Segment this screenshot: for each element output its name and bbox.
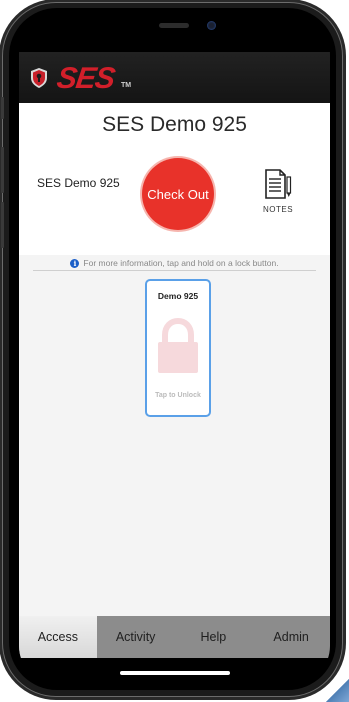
brand-logo: SES xyxy=(54,62,117,95)
padlock-icon xyxy=(158,318,198,373)
tab-admin-label: Admin xyxy=(273,630,309,644)
home-indicator[interactable] xyxy=(120,671,230,675)
mute-switch xyxy=(1,97,4,119)
volume-down-button xyxy=(1,202,4,248)
background-corner xyxy=(323,676,349,702)
tab-activity-label: Activity xyxy=(115,630,156,644)
tab-activity[interactable]: Activity xyxy=(97,616,175,658)
app-header: SES TM xyxy=(19,52,330,103)
lock-caption: Tap to Unlock xyxy=(155,392,201,399)
location-panel: SES Demo 925 SES Demo 925 Check Out NOTE… xyxy=(19,103,330,255)
info-hint: i For more information, tap and hold on … xyxy=(19,255,330,271)
notes-button[interactable]: NOTES xyxy=(257,168,299,218)
tab-access-label: Access xyxy=(37,630,79,644)
check-out-label: Check Out xyxy=(147,186,209,202)
notch xyxy=(114,16,234,40)
notes-icon xyxy=(265,169,292,199)
shield-logo-icon xyxy=(31,68,47,88)
trademark: TM xyxy=(121,82,132,89)
phone-screen: SES TM SES Demo 925 SES Demo 925 Check O… xyxy=(19,16,330,684)
speaker-grille xyxy=(159,23,189,28)
lock-button[interactable]: Demo 925 Tap to Unlock xyxy=(145,279,211,417)
info-text: For more information, tap and hold on a … xyxy=(83,258,279,268)
volume-up-button xyxy=(1,147,4,193)
page-title: SES Demo 925 xyxy=(102,113,247,136)
tab-help[interactable]: Help xyxy=(175,616,253,658)
info-icon: i xyxy=(70,258,80,268)
front-camera xyxy=(207,21,216,30)
tab-admin[interactable]: Admin xyxy=(252,616,330,658)
location-label: SES Demo 925 xyxy=(37,176,120,190)
lock-name: Demo 925 xyxy=(157,291,199,301)
check-out-button[interactable]: Check Out xyxy=(142,158,214,230)
tab-help-label: Help xyxy=(200,630,227,644)
home-area xyxy=(19,658,330,684)
bottom-tab-bar: Access Activity Help Admin xyxy=(19,616,330,658)
main-content: SES Demo 925 SES Demo 925 Check Out NOTE… xyxy=(19,103,330,616)
divider xyxy=(33,270,316,271)
tab-access[interactable]: Access xyxy=(19,616,97,658)
notes-label: NOTES xyxy=(262,205,294,214)
